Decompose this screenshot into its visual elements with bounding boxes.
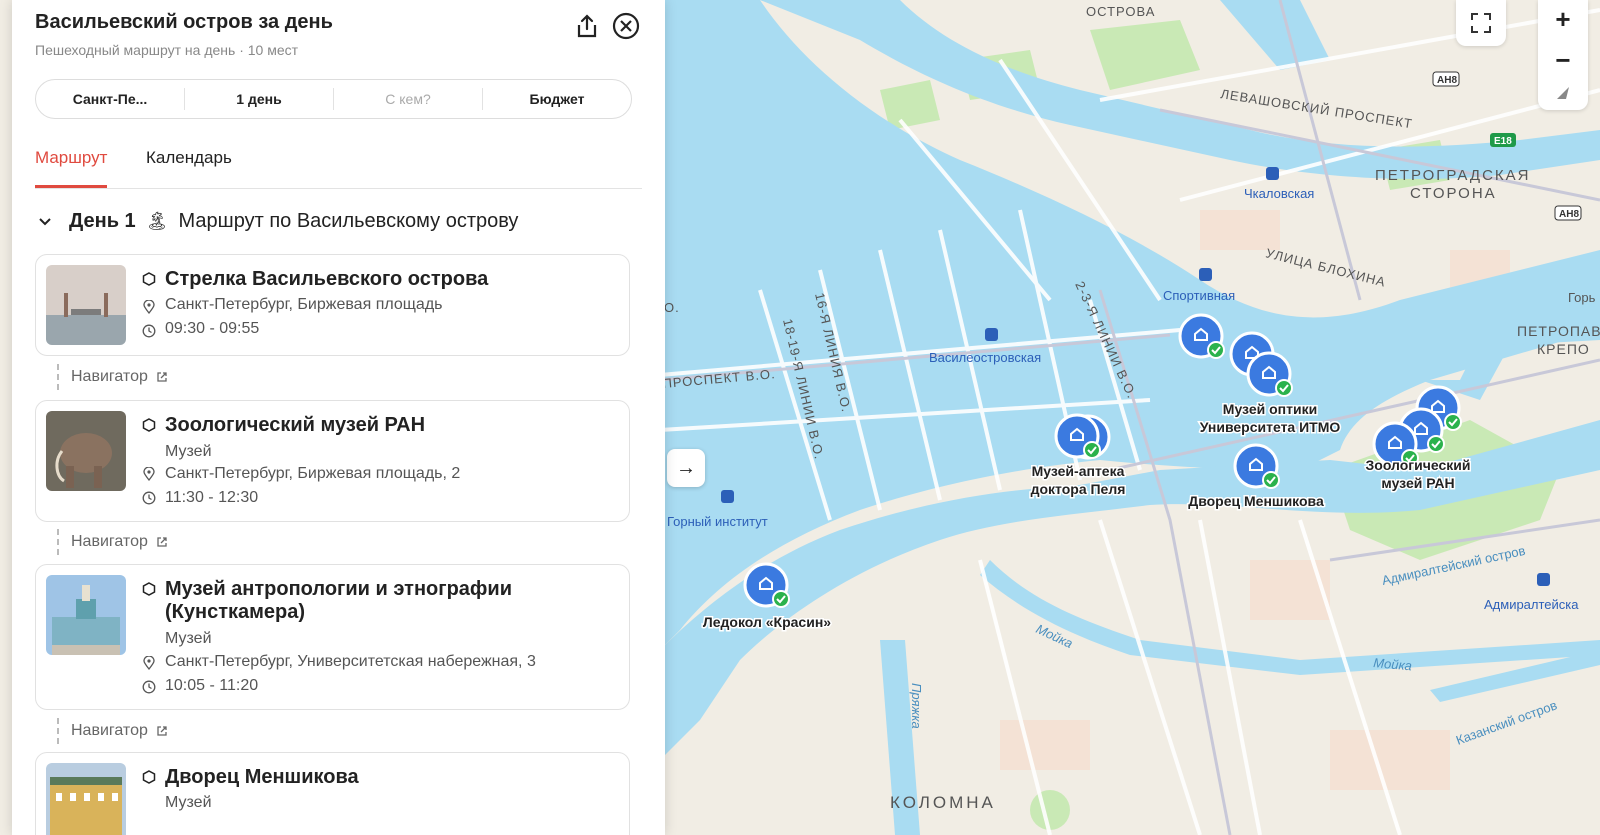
place-time: 11:30 - 12:30 [165, 489, 259, 506]
pin-label-zoo-2: музей РАН [1381, 475, 1454, 491]
tab-calendar[interactable]: Календарь [146, 148, 232, 187]
clock-icon [142, 491, 156, 505]
map-pin-menshikov[interactable] [1233, 443, 1280, 489]
island-emoji-icon: 🏝 [145, 211, 169, 231]
map-district-petropavl: ПЕТРОПАВЛ [1517, 323, 1600, 339]
pin-label-menshikov: Дворец Меншикова [1188, 493, 1324, 509]
filter-city[interactable]: Санкт-Пе... [36, 88, 185, 110]
filter-bar: Санкт-Пе... 1 день С кем? Бюджет [35, 79, 632, 119]
place-card-zoological-museum[interactable]: Зоологический музей РАН Музей Санкт-Пете… [35, 400, 630, 522]
panel-toggle-button[interactable]: → [667, 449, 705, 487]
map-pin-sportivnaya[interactable] [1178, 313, 1225, 359]
navigator-link[interactable]: Навигатор [57, 364, 168, 390]
map-district-krepo: КРЕПО [1537, 341, 1590, 357]
navigator-link[interactable]: Навигатор [57, 529, 168, 555]
share-icon [577, 14, 597, 38]
place-card-kunstkamera[interactable]: Музей антропологии и этнографии (Кунстка… [35, 564, 630, 710]
svg-text:Василеостровская: Василеостровская [929, 350, 1041, 365]
location-pin-icon [143, 300, 155, 314]
place-name: Дворец Меншикова [165, 766, 359, 788]
place-category: Музей [165, 630, 212, 647]
svg-text:Адмиралтейска: Адмиралтейска [1484, 597, 1579, 612]
map-district-storona: СТОРОНА [1410, 185, 1497, 202]
place-address: Санкт-Петербург, Биржевая площадь, 2 [165, 465, 461, 482]
svg-text:Спортивная: Спортивная [1163, 288, 1235, 303]
road-badge-ah8-1: АН8 [1432, 71, 1460, 87]
place-time: 10:05 - 11:20 [165, 677, 259, 694]
svg-text:Горный институт: Горный институт [667, 514, 768, 529]
chevron-down-icon [39, 217, 51, 225]
place-photo [46, 763, 126, 835]
map-pin-optics[interactable] [1246, 351, 1293, 397]
place-hex-icon [142, 582, 156, 596]
pin-label-pel-1: Музей-аптека [1032, 463, 1125, 479]
close-icon [612, 12, 640, 40]
place-hex-icon [142, 272, 156, 286]
tab-route[interactable]: Маршрут [35, 148, 108, 188]
day-label: День 1 [69, 210, 136, 232]
external-link-icon [157, 537, 167, 547]
tab-bar: Маршрут Календарь [35, 148, 642, 189]
page-title: Васильевский остров за день [35, 11, 333, 33]
pin-label-zoo-1: Зоологический [1366, 457, 1471, 473]
place-time: 09:30 - 09:55 [165, 320, 260, 337]
page-subtitle: Пешеходный маршрут на день · 10 мест [35, 42, 299, 58]
zoom-out-button[interactable]: − [1555, 38, 1570, 78]
map-pin-icebreaker[interactable] [743, 562, 790, 608]
clock-icon [142, 324, 156, 338]
pin-label-pel-2: доктора Пеля [1031, 481, 1126, 497]
route-panel: Васильевский остров за день Пешеходный м… [12, 0, 665, 835]
svg-text:Чкаловская: Чкаловская [1244, 186, 1314, 201]
day-title: Маршрут по Васильевскому острову [178, 210, 519, 232]
place-category: Музей [165, 794, 212, 811]
map-district-petrogradskaya: ПЕТРОГРАДСКАЯ [1375, 167, 1531, 184]
place-name-line2: (Кунсткамера) [165, 601, 306, 623]
map-river-pryazhka: Пряжка [909, 683, 924, 729]
map-pin-pel[interactable] [1054, 413, 1101, 459]
map-district-kolomna: КОЛОМНА [890, 793, 996, 812]
zoom-controls: + − [1538, 0, 1588, 110]
pin-label-optics-1: Музей оптики [1223, 401, 1317, 417]
road-badge-ah8-2: АН8 [1554, 205, 1582, 221]
pin-label-optics-2: Университета ИТМО [1200, 419, 1341, 435]
external-link-icon [157, 726, 167, 736]
compass-icon[interactable] [1554, 84, 1572, 102]
clock-icon [142, 680, 156, 694]
map-street-gor: Горь [1568, 290, 1596, 305]
filter-budget[interactable]: Бюджет [483, 88, 631, 110]
zoom-in-button[interactable]: + [1555, 6, 1570, 38]
place-name-line1: Музей антропологии и этнографии [165, 578, 513, 600]
map-street-o: О. [664, 300, 680, 315]
svg-text:АН8: АН8 [1437, 75, 1457, 86]
place-category: Музей [165, 443, 212, 460]
place-address: Санкт-Петербург, Биржевая площадь [165, 296, 443, 313]
svg-text:E18: E18 [1494, 136, 1512, 147]
road-badge-e18: E18 [1490, 133, 1516, 147]
place-card-strelka[interactable]: Стрелка Васильевского острова Санкт-Пете… [35, 254, 630, 356]
place-name: Стрелка Васильевского острова [165, 268, 489, 290]
location-pin-icon [143, 656, 155, 670]
place-address: Санкт-Петербург, Университетская набереж… [165, 653, 536, 670]
place-card-menshikov-palace[interactable]: Дворец Меншикова Музей [35, 752, 630, 835]
filter-company[interactable]: С кем? [334, 88, 483, 110]
svg-text:АН8: АН8 [1559, 209, 1579, 220]
place-hex-icon [142, 770, 156, 784]
fullscreen-icon [1471, 13, 1491, 33]
fullscreen-button[interactable] [1456, 0, 1506, 46]
share-button[interactable] [573, 12, 601, 40]
location-pin-icon [143, 467, 155, 481]
day-header[interactable]: День 1 🏝 Маршрут по Васильевскому остров… [37, 210, 518, 233]
place-photo [46, 411, 126, 491]
place-photo [46, 575, 126, 655]
pin-label-krasin: Ледокол «Красин» [703, 614, 831, 630]
place-name: Зоологический музей РАН [165, 414, 426, 436]
filter-days[interactable]: 1 день [185, 88, 334, 110]
navigator-link[interactable]: Навигатор [57, 718, 168, 744]
place-photo [46, 265, 126, 345]
place-hex-icon [142, 418, 156, 432]
external-link-icon [157, 372, 167, 382]
close-button[interactable] [612, 12, 640, 40]
map-district-ostrova: ОСТРОВА [1086, 4, 1155, 19]
